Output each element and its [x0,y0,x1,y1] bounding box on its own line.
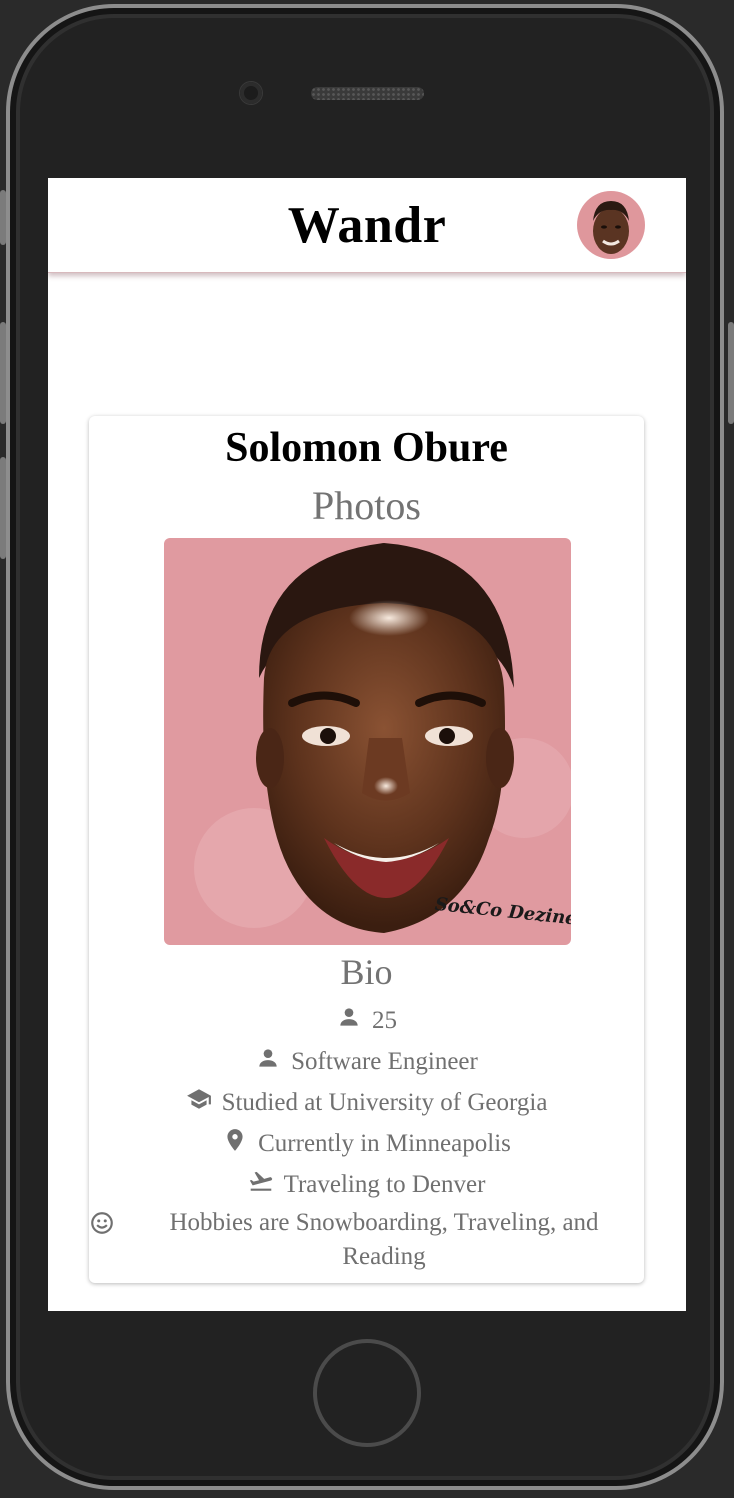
bio-hobbies-row: Hobbies are Snowboarding, Traveling, and… [89,1206,644,1276]
location-pin-icon [222,1127,248,1153]
avatar-face-icon [593,201,629,254]
front-camera [240,82,262,104]
earpiece-speaker [311,87,424,100]
bio-hobbies: Hobbies are Snowboarding, Traveling, and… [169,1209,599,1270]
mute-switch [0,190,6,245]
bio-traveling-row: Traveling to Denver [89,1168,644,1199]
profile-photo[interactable]: So&Co Dezine [164,538,571,945]
bio-age-row: 25 [89,1004,644,1035]
app-header: Wandr [48,178,686,273]
bio-education: Studied at University of Georgia [221,1089,548,1116]
photo-watermark: So&Co Dezine [434,894,571,930]
smiley-icon [89,1210,115,1236]
home-button[interactable] [313,1339,421,1447]
power-button [728,322,734,424]
avatar[interactable] [577,191,645,259]
bio-location-row: Currently in Minneapolis [89,1127,644,1158]
bio-education-row: Studied at University of Georgia [89,1086,644,1117]
bio-heading: Bio [340,952,393,992]
school-icon [186,1086,212,1112]
bio-occupation-row: Software Engineer [89,1045,644,1076]
app-screen: Wandr Solomon Obure Photos So&Co Dezine … [48,178,686,1311]
bio-occupation: Software Engineer [291,1048,478,1075]
volume-down-button [0,457,6,559]
bio-location: Currently in Minneapolis [258,1130,511,1157]
person-icon [255,1045,281,1071]
profile-card: Solomon Obure Photos So&Co Dezine Bio 25… [89,416,644,1283]
profile-photo-image: So&Co Dezine [194,543,571,933]
person-icon [336,1004,362,1030]
photos-heading: Photos [312,483,421,528]
bio-age: 25 [372,1007,397,1034]
profile-name: Solomon Obure [225,425,508,471]
bio-traveling: Traveling to Denver [283,1171,486,1198]
flight-takeoff-icon [248,1168,274,1194]
volume-up-button [0,322,6,424]
